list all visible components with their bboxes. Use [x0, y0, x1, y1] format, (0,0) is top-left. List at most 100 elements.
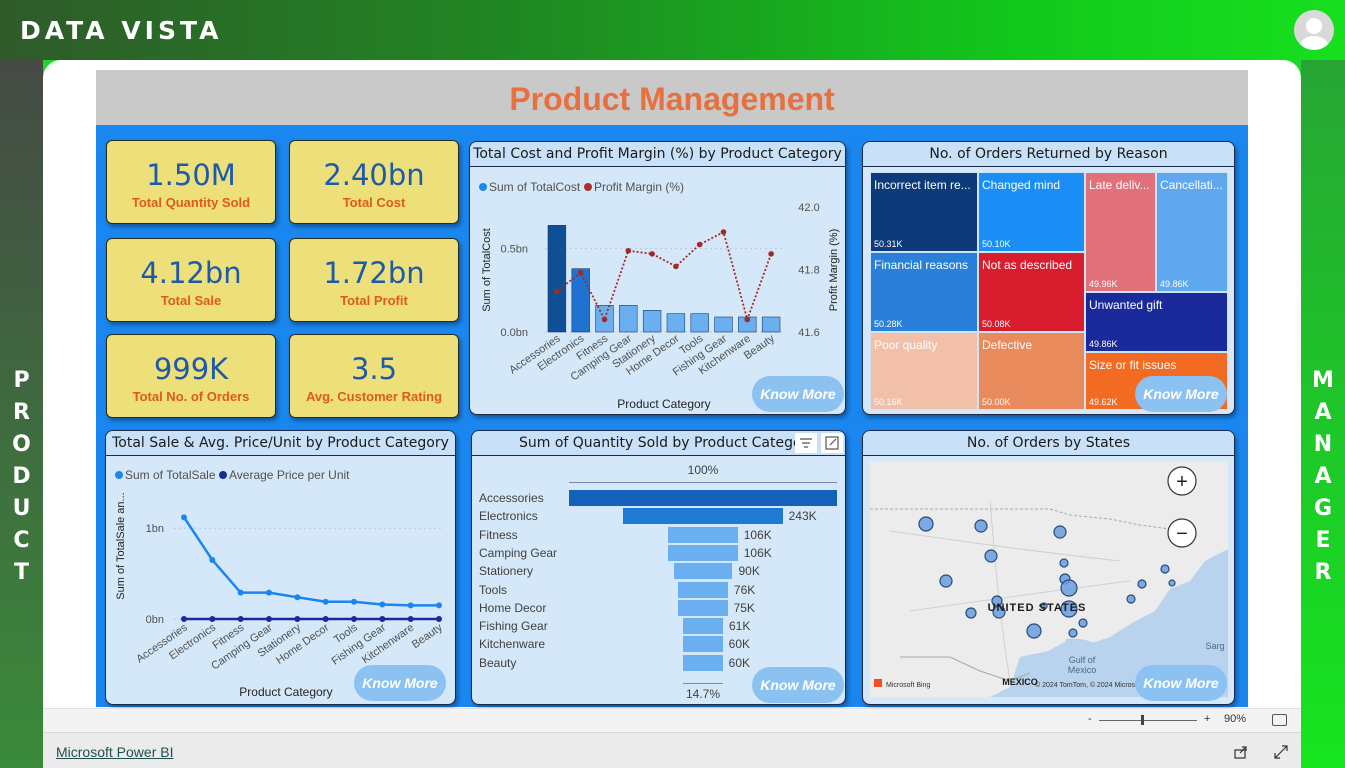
- report-frame: Product Management 1.50M Total Quantity …: [43, 60, 1301, 768]
- series-point: [407, 602, 414, 609]
- state-bubble: [1060, 579, 1078, 597]
- zoom-bar: - + 90%: [43, 708, 1301, 733]
- tile-label: Financial reasons: [874, 258, 969, 272]
- treemap-tile[interactable]: Changed mind 50.10K: [978, 172, 1085, 252]
- funnel-category-label: Camping Gear: [479, 545, 558, 560]
- funnel-row[interactable]: Stationery 90K: [472, 562, 845, 580]
- bing-logo: [874, 679, 882, 687]
- tile-label: Not as described: [982, 258, 1073, 272]
- us-map[interactable]: UNITED STATES Gulf ofMexico Sarg MEXICO Micr…: [870, 461, 1228, 697]
- series-point: [209, 557, 216, 563]
- state-bubble: [939, 574, 953, 588]
- kpi-card-total-sale: 4.12bn Total Sale: [106, 238, 276, 322]
- funnel-row[interactable]: Camping Gear 106K: [472, 544, 845, 562]
- y2-axis-title: Profit Margin (%): [828, 229, 840, 312]
- tile-label: Changed mind: [982, 178, 1061, 192]
- treemap-tile[interactable]: Not as described 50.08K: [978, 252, 1085, 332]
- tile-label: Late deliv...: [1089, 178, 1150, 192]
- y-axis-title: Sum of TotalCost: [481, 228, 493, 312]
- banner-letter: A: [1314, 400, 1332, 425]
- treemap-tile[interactable]: Incorrect item re... 50.31K: [870, 172, 978, 252]
- state-bubble: [1053, 525, 1067, 539]
- state-bubble: [1068, 628, 1078, 638]
- legend-dot: [584, 183, 592, 191]
- tile-label: Cancellati...: [1160, 178, 1223, 192]
- funnel-category-label: Electronics: [479, 509, 538, 524]
- banner-letter: T: [13, 560, 29, 585]
- funnel-bar: [683, 618, 723, 635]
- funnel-category-label: Accessories: [479, 491, 544, 505]
- funnel-row[interactable]: Tools 76K: [472, 581, 845, 599]
- kpi-value: 1.72bn: [323, 256, 425, 290]
- zoom-slider-thumb[interactable]: [1141, 715, 1144, 725]
- user-icon: [1299, 18, 1329, 50]
- funnel-value-label: 106K: [743, 545, 772, 560]
- legend-dot: [115, 471, 123, 479]
- treemap-tile[interactable]: Financial reasons 50.28K: [870, 252, 978, 332]
- plus-icon: +: [1176, 471, 1188, 493]
- tile-label: Incorrect item re...: [874, 178, 971, 192]
- tile-value: 50.31K: [874, 239, 903, 249]
- margin-point: [768, 251, 774, 257]
- funnel-category-label: Stationery: [479, 564, 534, 579]
- tile-value: 49.86K: [1160, 279, 1189, 289]
- know-more-button[interactable]: Know More: [354, 665, 446, 701]
- fullscreen-icon[interactable]: [1273, 744, 1289, 760]
- legend-label: Sum of TotalSale: [125, 468, 216, 482]
- banner-letter: G: [1313, 496, 1333, 521]
- y2-tick-label: 42.0: [798, 202, 819, 214]
- funnel-value-label: 61K: [728, 619, 751, 634]
- tile-value: 50.28K: [874, 319, 903, 329]
- bar: [690, 313, 709, 333]
- margin-point: [720, 229, 727, 235]
- funnel-value-label: 106K: [743, 527, 772, 542]
- share-icon[interactable]: [1233, 744, 1249, 760]
- funnel-row[interactable]: Fishing Gear 61K: [472, 617, 845, 635]
- sea-label: Sarg: [1205, 641, 1224, 651]
- bar: [761, 316, 781, 333]
- tile-value: 49.86K: [1089, 339, 1118, 349]
- zoom-out-button[interactable]: -: [1088, 713, 1092, 725]
- report-canvas: Product Management 1.50M Total Quantity …: [96, 70, 1248, 707]
- tile-label: Defective: [982, 338, 1033, 352]
- powerbi-link[interactable]: Microsoft Power BI: [56, 744, 173, 760]
- know-more-button[interactable]: Know More: [752, 376, 844, 412]
- kpi-card-avg-rating: 3.5 Avg. Customer Rating: [289, 334, 459, 418]
- funnel-top-rule: [569, 482, 837, 483]
- focus-mode-icon[interactable]: [821, 433, 843, 453]
- treemap-tile[interactable]: Cancellati... 49.86K: [1156, 172, 1228, 292]
- funnel-value-label: 76K: [733, 582, 756, 597]
- state-bubble: [1168, 579, 1176, 587]
- banner-letter: U: [12, 496, 31, 521]
- know-more-button[interactable]: Know More: [752, 667, 844, 703]
- treemap-tile[interactable]: Late deliv... 49.96K: [1085, 172, 1156, 292]
- treemap-tile[interactable]: Unwanted gift 49.86K: [1085, 292, 1228, 352]
- funnel-value-label: 90K: [738, 564, 760, 579]
- funnel-row[interactable]: Electronics 243K: [472, 507, 845, 525]
- y-tick-label: 0.0bn: [500, 327, 528, 339]
- funnel-row[interactable]: Accessories: [472, 489, 845, 507]
- filter-icon[interactable]: [795, 433, 817, 453]
- state-bubble: [1059, 558, 1069, 568]
- funnel-bar: [678, 599, 728, 616]
- state-bubble: [1026, 623, 1042, 639]
- bar: [642, 310, 662, 333]
- funnel-row[interactable]: Fitness 106K: [472, 526, 845, 544]
- zoom-in-button[interactable]: +: [1204, 713, 1210, 725]
- margin-point: [673, 263, 679, 270]
- treemap-tile[interactable]: Poor quality 50.16K: [870, 332, 978, 410]
- user-avatar[interactable]: [1294, 10, 1334, 50]
- funnel-row[interactable]: Home Decor 75K: [472, 599, 845, 617]
- treemap-tile[interactable]: Defective 50.00K: [978, 332, 1085, 410]
- powerbi-footer: Microsoft Power BI: [43, 732, 1301, 768]
- legend-label: Average Price per Unit: [229, 468, 350, 482]
- margin-point: [696, 241, 703, 248]
- bar: [619, 305, 638, 333]
- margin-point: [625, 247, 632, 254]
- zoom-slider-track[interactable]: [1099, 720, 1197, 721]
- tile-value: 50.00K: [982, 397, 1011, 407]
- know-more-button[interactable]: Know More: [1135, 376, 1227, 412]
- fit-to-page-icon[interactable]: [1272, 714, 1287, 726]
- know-more-button[interactable]: Know More: [1135, 665, 1227, 701]
- funnel-row[interactable]: Kitchenware 60K: [472, 635, 845, 653]
